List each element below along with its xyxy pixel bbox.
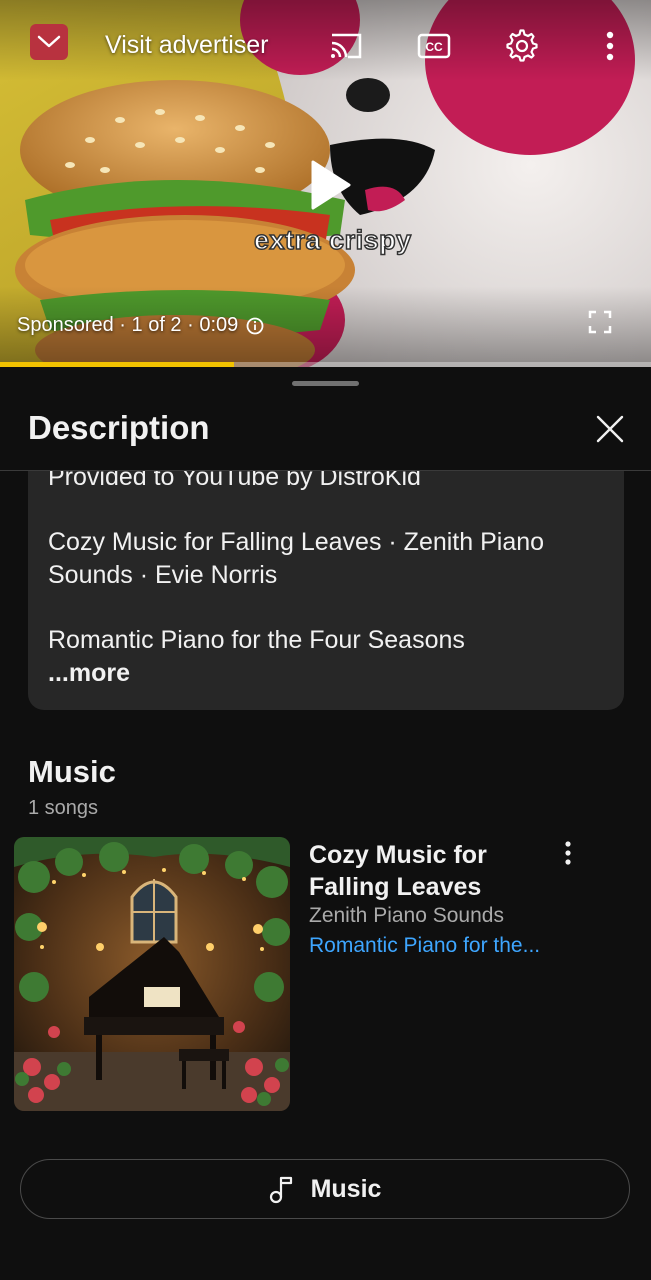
closed-captions-icon[interactable]: CC bbox=[416, 28, 452, 64]
ad-overlay-text: extra crispy bbox=[253, 224, 412, 256]
ad-status: Sponsored · 1 of 2 · 0:09 bbox=[17, 314, 264, 337]
song-title-line: Falling Leaves bbox=[309, 873, 482, 901]
description-line: Romantic Piano for the Four Seasons bbox=[48, 626, 465, 654]
music-section-heading: Music bbox=[28, 754, 116, 789]
description-sheet: Description Provided to YouTube by Distr… bbox=[0, 367, 651, 1280]
info-icon[interactable] bbox=[246, 317, 264, 335]
svg-text:CC: CC bbox=[425, 40, 443, 54]
minimize-chevron-icon[interactable] bbox=[30, 24, 68, 60]
song-title[interactable]: Cozy Music for Falling Leaves bbox=[309, 839, 539, 903]
song-artist: Zenith Piano Sounds bbox=[309, 904, 504, 927]
play-icon[interactable] bbox=[305, 158, 355, 212]
music-note-icon bbox=[269, 1176, 292, 1204]
drag-handle[interactable] bbox=[292, 381, 359, 386]
close-icon[interactable] bbox=[594, 413, 626, 445]
ad-status-text: Sponsored · 1 of 2 · 0:09 bbox=[17, 314, 239, 336]
description-line: Sounds · Evie Norris bbox=[48, 561, 278, 589]
more-vert-icon[interactable] bbox=[592, 28, 628, 64]
song-title-line: Cozy Music for bbox=[309, 841, 487, 869]
song-more-vert-icon[interactable] bbox=[556, 839, 580, 869]
song-album-link[interactable]: Romantic Piano for the... bbox=[309, 934, 540, 958]
fullscreen-icon[interactable] bbox=[586, 308, 614, 336]
piano-garden-image bbox=[14, 837, 290, 1111]
music-song-count: 1 songs bbox=[28, 797, 99, 819]
description-line: Cozy Music for Falling Leaves · Zenith P… bbox=[48, 528, 545, 556]
song-thumbnail[interactable] bbox=[14, 837, 290, 1111]
description-box[interactable]: Provided to YouTube by DistroKid Cozy Mu… bbox=[28, 471, 624, 710]
video-player[interactable]: Visit advertiser CC extra crispy Sponsor… bbox=[0, 0, 651, 367]
music-button[interactable]: Music bbox=[20, 1159, 630, 1219]
music-button-label: Music bbox=[310, 1174, 382, 1203]
more-link[interactable]: ...more bbox=[48, 657, 130, 689]
visit-advertiser-link[interactable]: Visit advertiser bbox=[105, 31, 269, 60]
cast-icon[interactable] bbox=[328, 28, 364, 64]
settings-gear-icon[interactable] bbox=[504, 28, 540, 64]
sheet-title: Description bbox=[28, 409, 210, 446]
description-line: Provided to YouTube by DistroKid bbox=[48, 471, 421, 491]
